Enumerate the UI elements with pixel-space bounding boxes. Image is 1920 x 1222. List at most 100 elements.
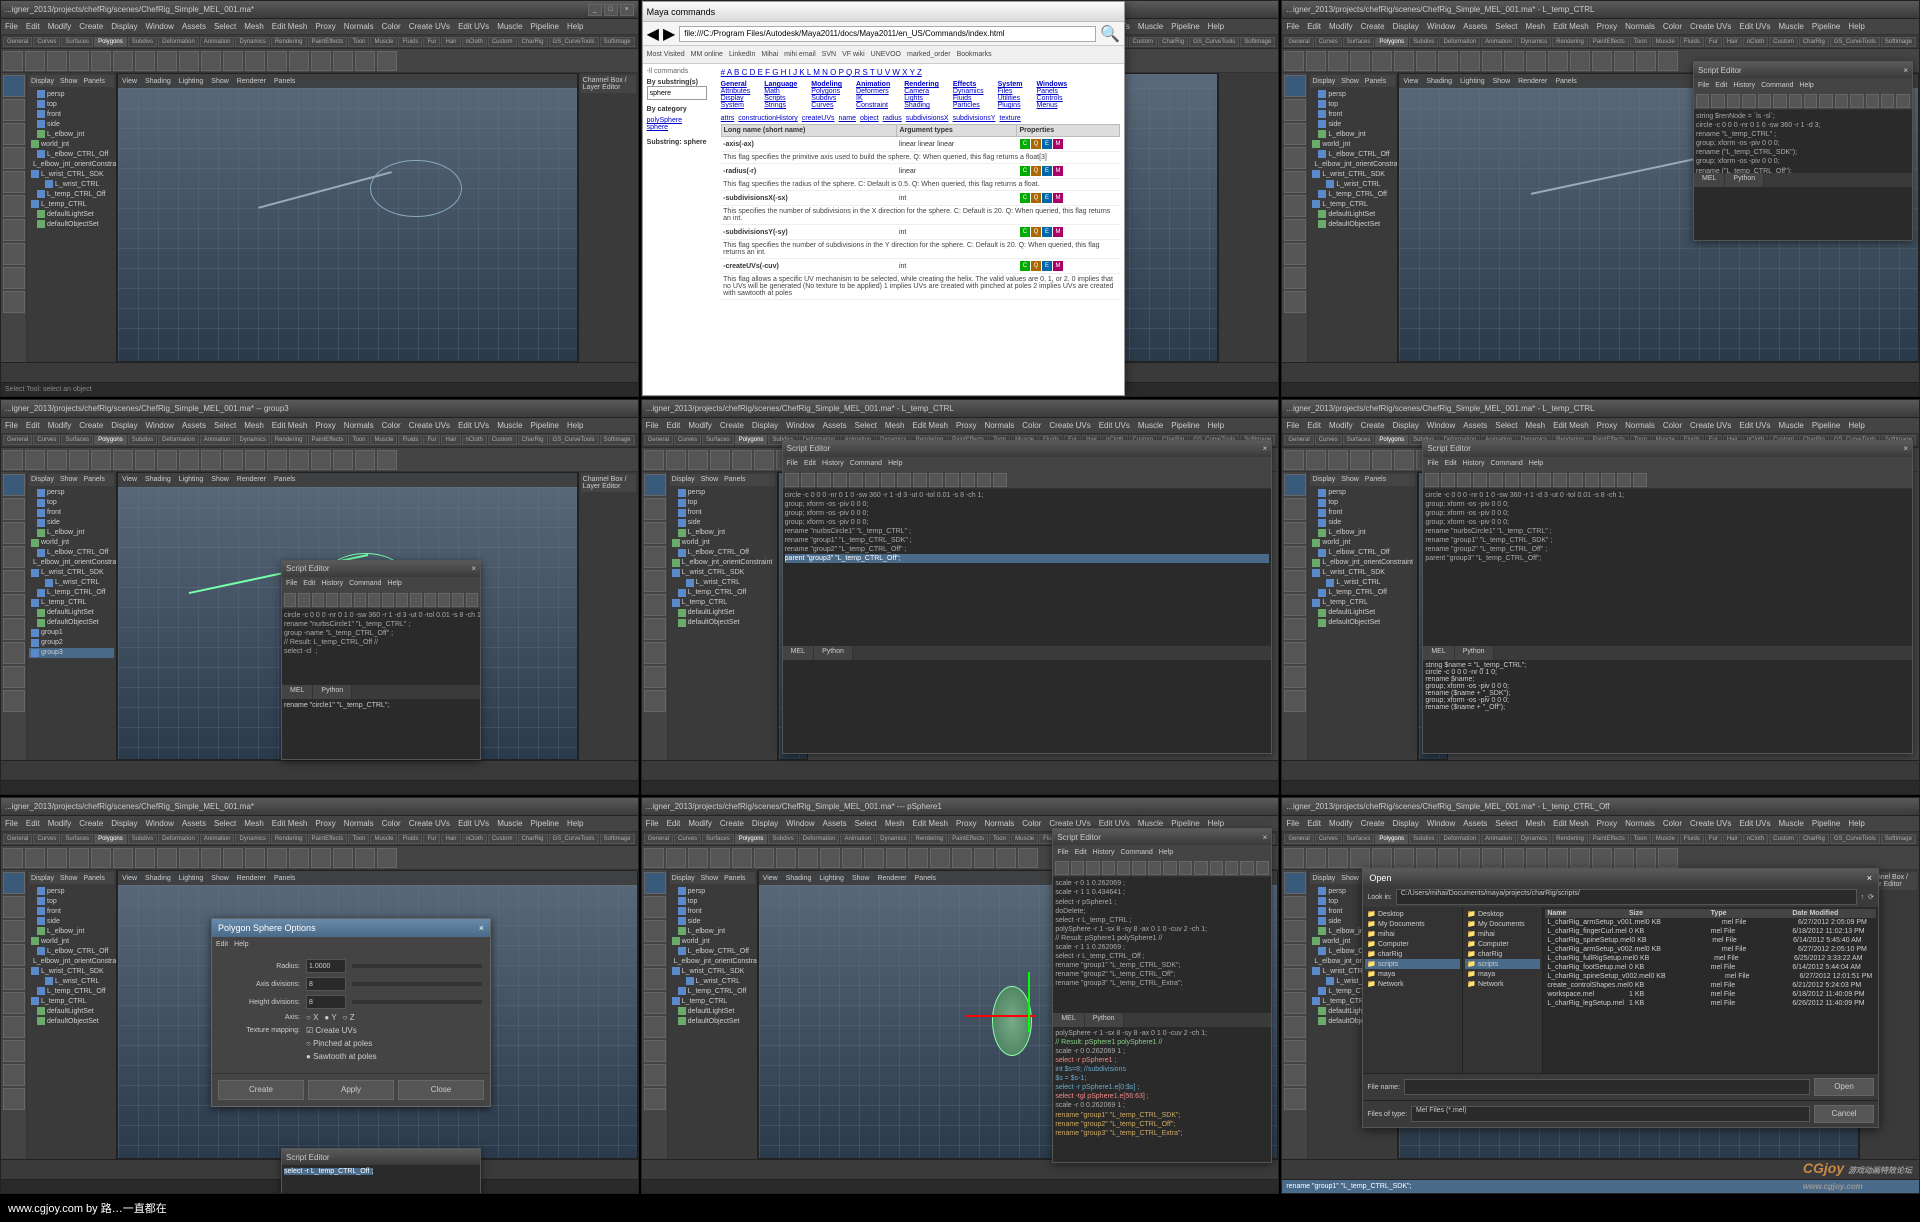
shelf-icon[interactable] xyxy=(245,450,265,470)
shelf-icon[interactable] xyxy=(710,848,730,868)
tool-icon[interactable] xyxy=(1284,642,1306,664)
menu-muscle[interactable]: Muscle xyxy=(1138,421,1163,430)
menu-normals[interactable]: Normals xyxy=(1625,819,1655,828)
shelf-tab[interactable]: Softimage xyxy=(600,435,635,445)
shelf-tab[interactable]: Fur xyxy=(1705,834,1722,844)
file-row[interactable]: L_charRig_footSetup.mel0 KBmel File6/14/… xyxy=(1545,963,1876,972)
shelf-icon[interactable] xyxy=(25,51,45,71)
outliner-item[interactable]: L_wrist_CTRL xyxy=(29,179,114,189)
se-tab-python[interactable]: Python xyxy=(1085,1013,1124,1027)
browser-content[interactable]: -ll commands By substring(s) By category… xyxy=(643,64,1125,395)
shelf-icon[interactable] xyxy=(25,450,45,470)
shelf-tab[interactable]: General xyxy=(1284,834,1313,844)
shelf-tab[interactable]: GS_CurveTools xyxy=(549,37,599,47)
tool-icon[interactable] xyxy=(3,1016,25,1038)
menu-muscle[interactable]: Muscle xyxy=(1138,819,1163,828)
se-tool-icon[interactable] xyxy=(977,473,991,487)
tool-icon[interactable] xyxy=(3,872,25,894)
radius-input[interactable] xyxy=(306,959,346,973)
shelf-icon[interactable] xyxy=(1526,51,1546,71)
tool-icon[interactable] xyxy=(3,1088,25,1110)
menu-edit uvs[interactable]: Edit UVs xyxy=(1739,819,1770,828)
outliner-item[interactable]: defaultObjectSet xyxy=(29,219,114,229)
se-tool-icon[interactable] xyxy=(1742,94,1755,108)
shelf-icon[interactable] xyxy=(1526,848,1546,868)
outliner-item[interactable]: top xyxy=(29,99,114,109)
outliner-item[interactable]: defaultObjectSet xyxy=(29,1016,114,1026)
tool-icon[interactable] xyxy=(1284,690,1306,712)
shelf-tab[interactable]: Curves xyxy=(1315,834,1342,844)
tool-icon[interactable] xyxy=(3,75,25,97)
shelf-tab[interactable]: Hair xyxy=(441,435,460,445)
tool-icon[interactable] xyxy=(1284,1088,1306,1110)
se-tool-icon[interactable] xyxy=(785,473,799,487)
se-tool-icon[interactable] xyxy=(1773,94,1786,108)
shelf[interactable] xyxy=(1,49,638,73)
shelf-tab[interactable]: Rendering xyxy=(911,834,947,844)
shelf-icon[interactable] xyxy=(355,450,375,470)
outliner-item[interactable]: top xyxy=(1310,498,1415,508)
menu-edit[interactable]: Edit xyxy=(1307,421,1321,430)
shelf-tab[interactable]: Toon xyxy=(348,435,369,445)
shelf-icon[interactable] xyxy=(1570,848,1590,868)
outliner-item[interactable]: L_elbow_CTRL_Off xyxy=(1310,149,1395,159)
shelf-tab[interactable]: Dynamics xyxy=(876,834,910,844)
shelf-tab[interactable]: Fur xyxy=(423,37,440,47)
se-tab-python[interactable]: Python xyxy=(1725,173,1764,187)
shelf-icon[interactable] xyxy=(135,51,155,71)
shelf-tab[interactable]: Toon xyxy=(348,37,369,47)
se-tool-icon[interactable] xyxy=(1473,473,1487,487)
file-row[interactable]: L_charRig_fingerCurl.mel0 KBmel File6/18… xyxy=(1545,927,1876,936)
shelf-icon[interactable] xyxy=(245,848,265,868)
axis-z-radio[interactable]: ○ Z xyxy=(343,1013,355,1022)
timeline[interactable] xyxy=(1,362,638,382)
menu-modify[interactable]: Modify xyxy=(48,421,72,430)
menu-edit[interactable]: Edit xyxy=(26,22,40,31)
shelf-icon[interactable] xyxy=(688,450,708,470)
menu-pipeline[interactable]: Pipeline xyxy=(1171,819,1199,828)
shelf-tab[interactable]: GS_CurveTools xyxy=(1189,37,1239,47)
shelf-icon[interactable] xyxy=(1416,848,1436,868)
toolbox[interactable] xyxy=(1,73,27,362)
outliner-item[interactable]: L_wrist_CTRL_SDK xyxy=(29,966,114,976)
menu-modify[interactable]: Modify xyxy=(1329,421,1353,430)
se-tool-icon[interactable] xyxy=(298,593,310,607)
shelf-tab[interactable]: Custom xyxy=(1129,37,1158,47)
menu-create[interactable]: Create xyxy=(79,22,103,31)
outliner-item[interactable]: front xyxy=(670,508,775,518)
menu-edit[interactable]: Edit xyxy=(667,421,681,430)
outliner-item[interactable]: front xyxy=(1310,109,1395,119)
shelf-tab[interactable]: nCloth xyxy=(462,435,487,445)
menu-display[interactable]: Display xyxy=(1393,421,1419,430)
outliner-item[interactable]: world_jnt xyxy=(1310,538,1415,548)
shelf-tab[interactable]: GS_CurveTools xyxy=(549,834,599,844)
shelf-tab[interactable]: Muscle xyxy=(370,37,397,47)
shelf-tab[interactable]: Dynamics xyxy=(235,435,269,445)
shelf-tab[interactable]: General xyxy=(644,834,673,844)
shelf-icon[interactable] xyxy=(311,848,331,868)
se-tool-icon[interactable] xyxy=(1441,473,1455,487)
menu-file[interactable]: File xyxy=(1286,421,1299,430)
shelf-icon[interactable] xyxy=(377,848,397,868)
menu-mesh[interactable]: Mesh xyxy=(885,421,905,430)
outliner-item[interactable]: L_temp_CTRL xyxy=(1310,199,1395,209)
se-tool-icon[interactable] xyxy=(1789,94,1802,108)
menu-window[interactable]: Window xyxy=(146,421,174,430)
outliner-item[interactable]: persp xyxy=(670,886,755,896)
outliner-item[interactable]: L_wrist_CTRL xyxy=(1310,578,1415,588)
se-tool-icon[interactable] xyxy=(1489,473,1503,487)
shelf-icon[interactable] xyxy=(311,450,331,470)
od-path-field[interactable]: C:/Users/mihai/Documents/maya/projects/c… xyxy=(1396,889,1857,905)
menu-create[interactable]: Create xyxy=(79,819,103,828)
shelf-icon[interactable] xyxy=(355,51,375,71)
menu-edit[interactable]: Edit xyxy=(26,421,40,430)
tool-icon[interactable] xyxy=(644,642,666,664)
outliner-item[interactable]: L_elbow_jnt_orientConstraint xyxy=(29,159,114,169)
shelf-icon[interactable] xyxy=(1372,450,1392,470)
menu-mesh[interactable]: Mesh xyxy=(1526,819,1546,828)
doc-result-list[interactable]: polySpheresphere xyxy=(647,117,717,131)
shelf-icon[interactable] xyxy=(179,51,199,71)
shelf-icon[interactable] xyxy=(179,848,199,868)
axis-x-radio[interactable]: ○ X xyxy=(306,1013,318,1022)
se-tool-icon[interactable] xyxy=(1835,94,1848,108)
